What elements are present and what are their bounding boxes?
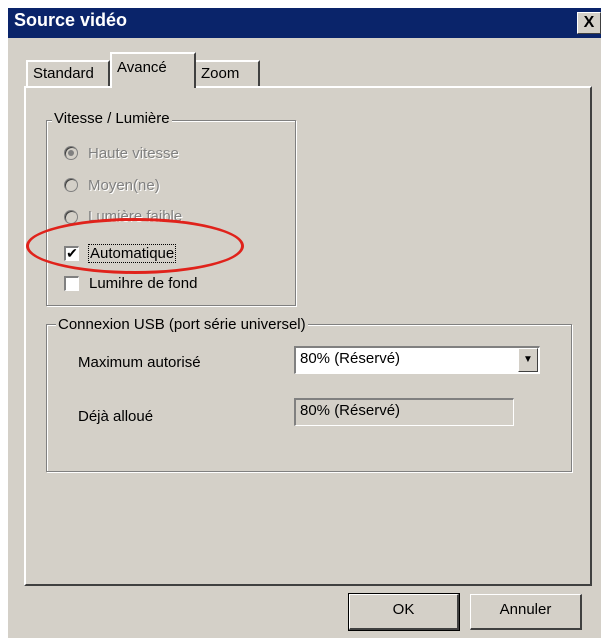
already-allocated-label: Déjà alloué xyxy=(78,408,154,425)
chevron-down-icon[interactable]: ▼ xyxy=(518,348,538,372)
checkbox-lumiere-de-fond[interactable] xyxy=(64,276,79,291)
max-allowed-label: Maximum autorisé xyxy=(78,354,201,371)
radio-haute-vitesse-label: Haute vitesse xyxy=(88,145,179,162)
radio-haute-vitesse[interactable] xyxy=(64,146,78,160)
radio-moyenne[interactable] xyxy=(64,178,78,192)
highlight-ellipse xyxy=(26,218,244,274)
speed-light-legend: Vitesse / Lumière xyxy=(52,110,172,127)
already-allocated-field: 80% (Réservé) xyxy=(294,398,514,426)
panel-content: Vitesse / Lumière Haute vitesse Moyen(ne… xyxy=(0,0,601,638)
max-allowed-select[interactable]: 80% (Réservé) xyxy=(294,346,540,374)
ok-button[interactable]: OK xyxy=(348,593,460,631)
usb-connection-legend: Connexion USB (port série universel) xyxy=(56,316,308,333)
checkbox-lumiere-de-fond-label: Lumihre de fond xyxy=(89,275,198,292)
cancel-button[interactable]: Annuler xyxy=(470,594,582,630)
radio-moyenne-label: Moyen(ne) xyxy=(88,177,160,194)
